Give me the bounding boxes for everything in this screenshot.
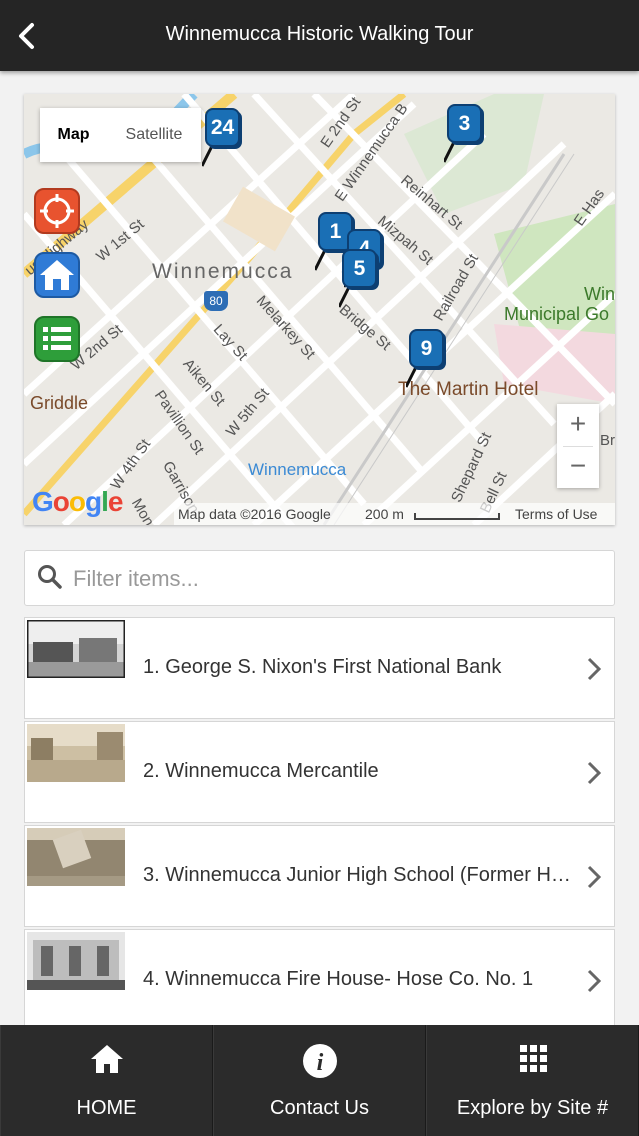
list-item-label: 4. Winnemucca Fire House- Hose Co. No. 1 bbox=[143, 968, 534, 990]
map-marker-label: 24 bbox=[210, 116, 235, 139]
search-icon bbox=[38, 565, 62, 589]
map-type-map-button[interactable]: Map bbox=[40, 108, 107, 162]
map-type-satellite-button[interactable]: Satellite bbox=[107, 108, 201, 162]
tab-label: Contact Us bbox=[270, 1097, 369, 1119]
zoom-control: + − bbox=[557, 404, 599, 488]
home-icon bbox=[34, 252, 80, 298]
map-label-edge: Br bbox=[600, 432, 615, 449]
terms-link[interactable]: Terms of Use bbox=[515, 506, 597, 522]
chevron-right-icon bbox=[587, 657, 602, 681]
map-label-park: Win bbox=[584, 284, 615, 304]
map-type-control: Map Satellite bbox=[40, 108, 201, 162]
zoom-in-button[interactable]: + bbox=[557, 404, 599, 446]
map-marker[interactable]: 24 bbox=[200, 108, 246, 170]
list-item[interactable]: 2. Winnemucca Mercantile bbox=[24, 721, 615, 823]
google-logo: Google bbox=[32, 486, 123, 517]
map-label-poi: Griddle bbox=[30, 393, 89, 413]
map-home-button[interactable] bbox=[34, 252, 80, 298]
map-marker-label: 9 bbox=[420, 337, 433, 360]
map-marker-label: 3 bbox=[458, 112, 471, 135]
locate-button[interactable] bbox=[34, 188, 80, 234]
map-scale-text: 200 m bbox=[365, 506, 404, 522]
home-icon bbox=[90, 1045, 123, 1073]
site-list: 1. George S. Nixon's First National Bank… bbox=[24, 617, 615, 1033]
list-item-label: 1. George S. Nixon's First National Bank bbox=[143, 656, 502, 678]
zoom-out-button[interactable]: − bbox=[557, 446, 599, 488]
site-thumbnail bbox=[27, 932, 125, 990]
bottom-tab-bar: HOME i Contact Us Explore by Site # bbox=[0, 1025, 639, 1136]
map-marker[interactable]: 3 bbox=[442, 104, 488, 166]
map-marker-label: 5 bbox=[353, 257, 366, 280]
list-item[interactable]: 4. Winnemucca Fire House- Hose Co. No. 1 bbox=[24, 929, 615, 1031]
site-thumbnail bbox=[27, 724, 125, 782]
site-thumbnail bbox=[27, 620, 125, 678]
map-label-city: Winnemucca bbox=[152, 260, 294, 283]
grid-icon bbox=[519, 1045, 547, 1072]
map-view[interactable]: Winnemucca E 2nd St E Winnemucca B Reinh… bbox=[24, 94, 615, 525]
site-thumbnail bbox=[27, 828, 125, 886]
list-item-label: 2. Winnemucca Mercantile bbox=[143, 760, 379, 782]
crosshair-icon bbox=[34, 188, 80, 234]
tab-label: HOME bbox=[76, 1097, 137, 1119]
app-header: Winnemucca Historic Walking Tour bbox=[0, 0, 639, 71]
map-data-text: Map data ©2016 Google bbox=[178, 506, 331, 522]
chevron-right-icon bbox=[587, 761, 602, 785]
list-item[interactable]: 3. Winnemucca Junior High School (Former… bbox=[24, 825, 615, 927]
tab-explore[interactable]: Explore by Site # bbox=[426, 1025, 639, 1136]
tab-label: Explore by Site # bbox=[456, 1097, 609, 1119]
map-label-golf: Municipal Go bbox=[504, 304, 610, 324]
info-icon: i bbox=[302, 1044, 337, 1078]
map-attribution: Map data ©2016 Google 200 m Terms of Use bbox=[174, 503, 615, 525]
list-view-button[interactable] bbox=[34, 316, 80, 362]
filter-input[interactable] bbox=[71, 559, 595, 599]
page-title: Winnemucca Historic Walking Tour bbox=[165, 23, 474, 45]
list-item-label: 3. Winnemucca Junior High School (Former… bbox=[143, 864, 571, 886]
tab-contact[interactable]: i Contact Us bbox=[213, 1025, 426, 1136]
interstate-shield-icon: 80 bbox=[204, 291, 228, 311]
map-scale-bar bbox=[414, 513, 500, 520]
list-icon bbox=[34, 316, 80, 362]
tab-home[interactable]: HOME bbox=[0, 1025, 213, 1136]
map-marker[interactable]: 9 bbox=[404, 329, 450, 391]
map-marker[interactable]: 5 bbox=[337, 249, 383, 311]
list-item[interactable]: 1. George S. Nixon's First National Bank bbox=[24, 617, 615, 719]
filter-box bbox=[24, 550, 615, 606]
map-label-station: Winnemucca bbox=[248, 460, 347, 479]
chevron-right-icon bbox=[587, 865, 602, 889]
svg-text:i: i bbox=[316, 1050, 323, 1076]
chevron-right-icon bbox=[587, 969, 602, 993]
